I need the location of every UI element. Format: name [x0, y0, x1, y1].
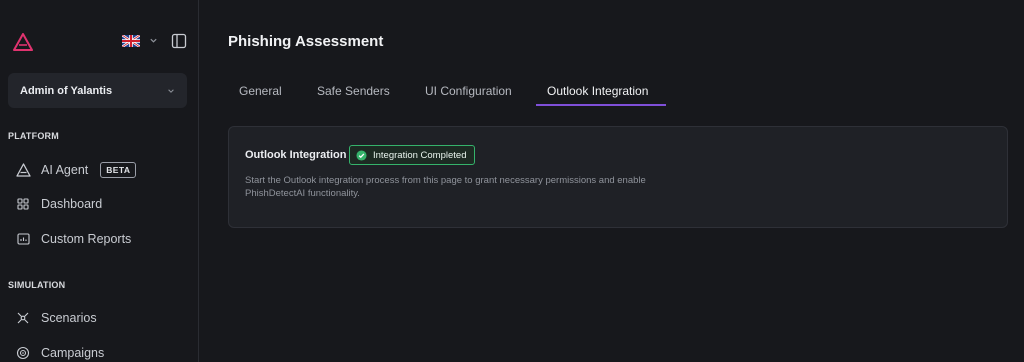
beta-badge: BETA [100, 162, 137, 178]
page-title: Phishing Assessment [228, 33, 384, 50]
sidebar-item-label: Dashboard [41, 197, 103, 211]
sidebar: Admin of Yalantis PLATFORM AI Agent BETA… [0, 0, 199, 362]
tab-ui-configuration[interactable]: UI Configuration [414, 78, 523, 106]
tab-outlook-integration[interactable]: Outlook Integration [536, 78, 666, 106]
status-badge-label: Integration Completed [373, 149, 467, 161]
sidebar-toggle-icon[interactable] [171, 33, 187, 49]
ai-agent-icon [15, 162, 31, 178]
tab-bar: General Safe Senders UI Configuration Ou… [228, 78, 1008, 106]
uk-flag-icon[interactable] [122, 35, 140, 47]
chevron-down-icon [168, 88, 174, 93]
section-label-platform: PLATFORM [8, 131, 59, 141]
tab-safe-senders[interactable]: Safe Senders [306, 78, 401, 106]
logo-icon[interactable] [13, 33, 33, 51]
campaigns-icon [15, 345, 31, 361]
main-content: Phishing Assessment General Safe Senders… [200, 0, 1024, 362]
check-circle-icon [356, 149, 367, 161]
sidebar-item-ai-agent[interactable]: AI Agent BETA [15, 160, 137, 180]
organization-select[interactable]: Admin of Yalantis [8, 73, 187, 108]
sidebar-item-scenarios[interactable]: Scenarios [15, 308, 97, 328]
card-description: Start the Outlook integration process fr… [245, 175, 646, 199]
sidebar-item-label: Campaigns [41, 346, 105, 360]
reports-icon [15, 231, 31, 247]
organization-label: Admin of Yalantis [20, 84, 113, 97]
sidebar-item-dashboard[interactable]: Dashboard [15, 194, 102, 214]
sidebar-item-label: AI Agent [41, 163, 89, 177]
sidebar-item-label: Scenarios [41, 311, 97, 325]
section-label-simulation: SIMULATION [8, 280, 66, 290]
scenarios-icon [15, 310, 31, 326]
dashboard-icon [15, 196, 31, 212]
tab-general[interactable]: General [228, 78, 293, 106]
status-badge: Integration Completed [349, 145, 476, 165]
sidebar-item-label: Custom Reports [41, 232, 132, 246]
sidebar-item-custom-reports[interactable]: Custom Reports [15, 229, 131, 249]
chevron-down-icon[interactable] [149, 36, 158, 45]
card-title: Outlook Integration [245, 149, 347, 161]
outlook-integration-card: Outlook Integration Integration Complete… [228, 126, 1008, 228]
sidebar-item-campaigns[interactable]: Campaigns [15, 343, 104, 362]
